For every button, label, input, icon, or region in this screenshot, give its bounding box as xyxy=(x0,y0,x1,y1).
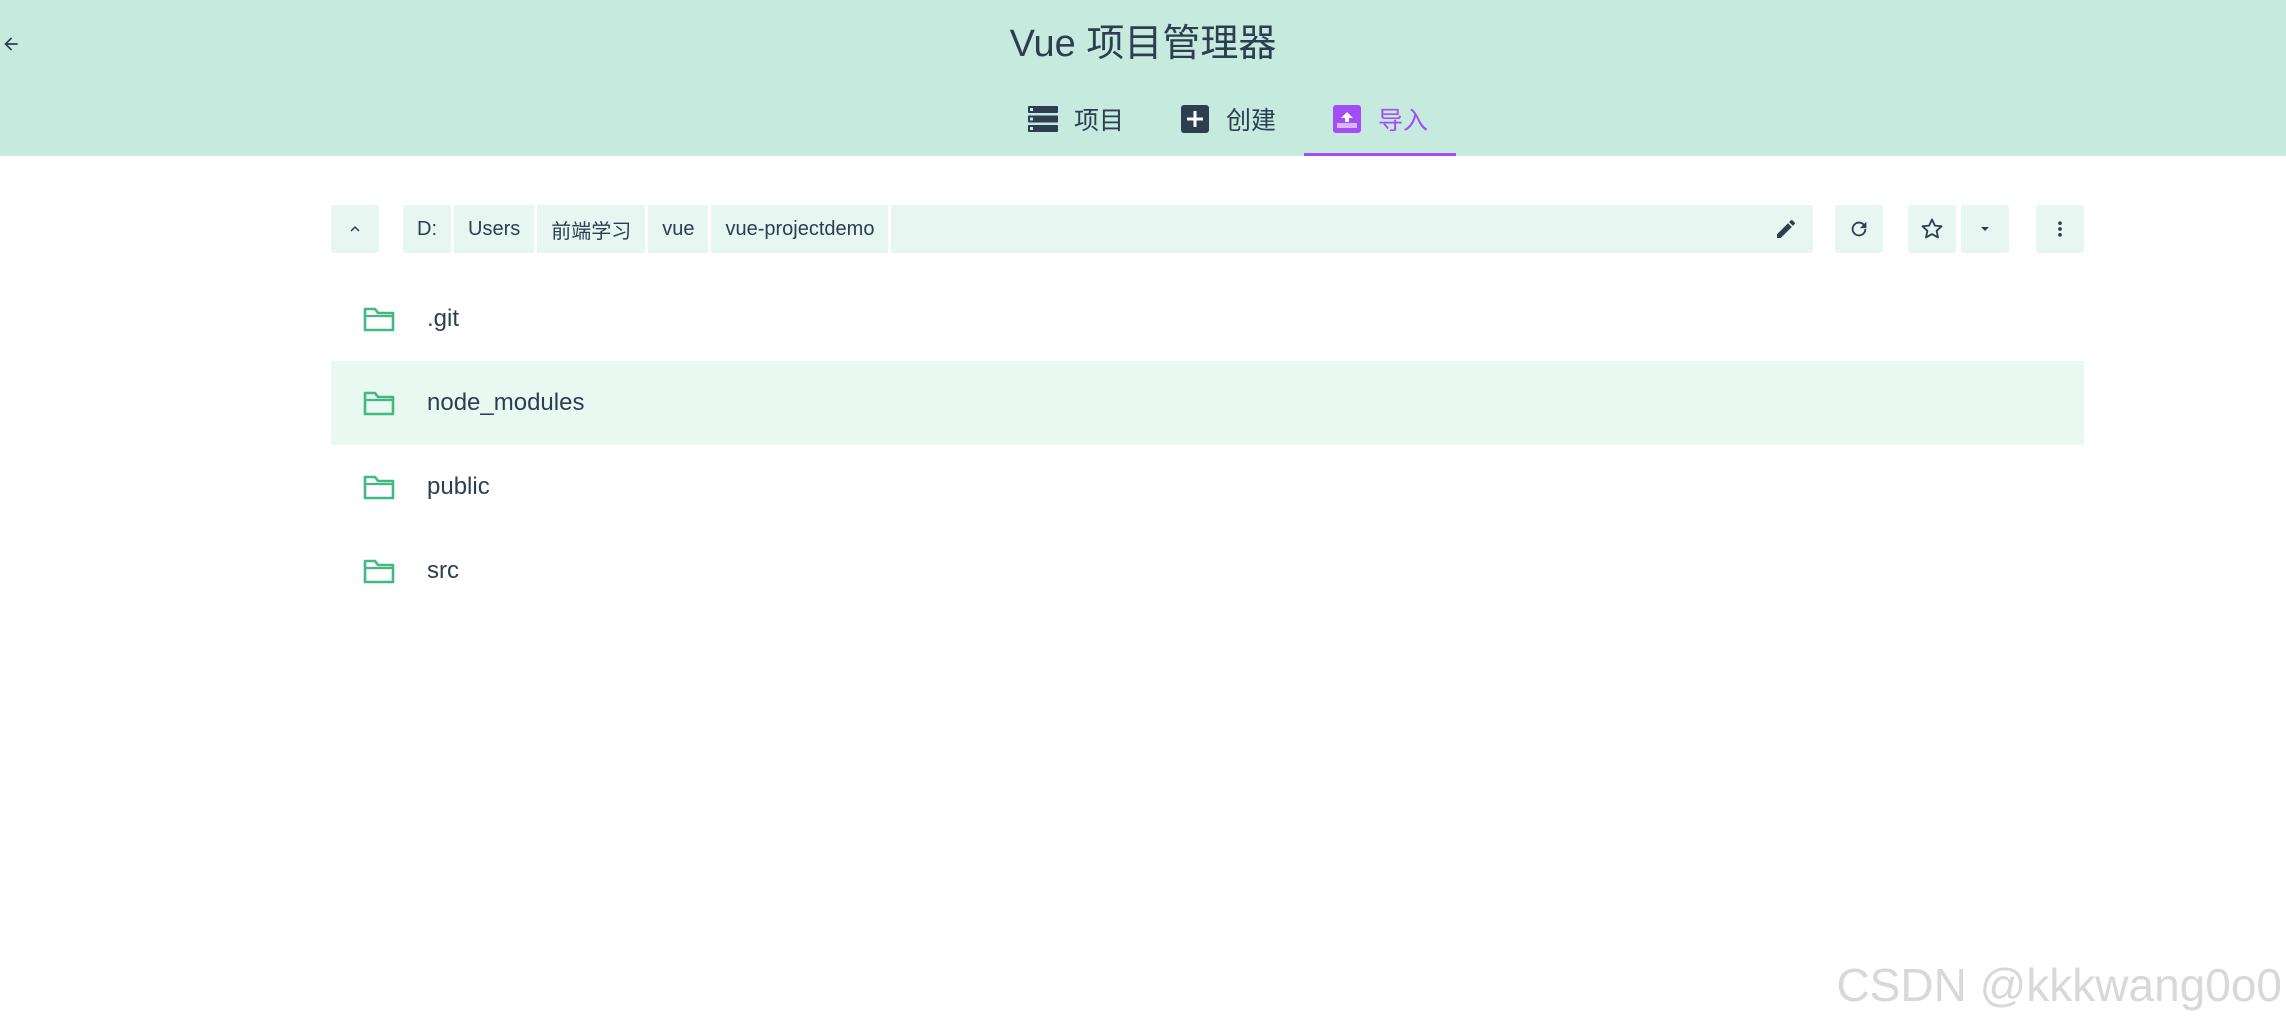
folder-outline-icon xyxy=(363,473,395,501)
pencil-icon xyxy=(1777,219,1796,238)
watermark: CSDN @kkkwang0o0 xyxy=(1836,959,2282,1011)
breadcrumb-item-vue[interactable]: vue xyxy=(648,205,712,253)
folder-name: public xyxy=(427,473,490,500)
breadcrumb: D: Users 前端学习 vue vue-projectdemo xyxy=(403,205,1813,253)
parent-folder-button[interactable] xyxy=(331,205,379,253)
more-vert-icon xyxy=(2058,221,2062,237)
folder-item-git[interactable]: .git xyxy=(331,277,2084,361)
folder-name: node_modules xyxy=(427,389,585,416)
tab-create-label: 创建 xyxy=(1226,107,1277,135)
folder-outline-icon xyxy=(363,389,395,417)
unarchive-icon xyxy=(1332,104,1362,134)
favorites-dropdown-button[interactable] xyxy=(1961,205,2009,253)
tab-projects-label: 项目 xyxy=(1074,107,1125,135)
chevron-up-icon xyxy=(350,226,360,232)
folder-list: .git node_modules public src xyxy=(331,277,2084,613)
folder-name: .git xyxy=(427,305,460,332)
tab-import-label: 导入 xyxy=(1378,107,1429,135)
tab-import[interactable]: 导入 xyxy=(1304,94,1457,156)
breadcrumb-item-users[interactable]: Users xyxy=(454,205,538,253)
refresh-button[interactable] xyxy=(1835,205,1883,253)
tab-projects[interactable]: 项目 xyxy=(1000,94,1152,156)
star-outline-icon xyxy=(1921,218,1943,239)
folder-name: src xyxy=(427,557,459,584)
page-title: Vue 项目管理器 xyxy=(1009,23,1277,65)
refresh-icon xyxy=(1851,221,1867,237)
caret-down-icon xyxy=(1981,227,1989,231)
app-header: Vue 项目管理器 项目 创建 导入 xyxy=(0,0,2286,156)
tab-create[interactable]: 创建 xyxy=(1152,94,1304,156)
back-button[interactable] xyxy=(0,22,22,66)
main-tabs: 项目 创建 导入 xyxy=(1000,94,1457,156)
more-options-button[interactable] xyxy=(2036,205,2084,253)
breadcrumb-item-drive[interactable]: D: xyxy=(403,205,454,253)
breadcrumb-item-current[interactable]: vue-projectdemo xyxy=(711,205,892,253)
arrow-left-icon xyxy=(4,37,18,51)
add-box-icon xyxy=(1180,104,1210,134)
folder-item-node-modules[interactable]: node_modules xyxy=(331,361,2084,445)
folder-item-src[interactable]: src xyxy=(331,529,2084,613)
add-favorite-button[interactable] xyxy=(1908,205,1956,253)
folder-outline-icon xyxy=(363,305,395,333)
list-icon xyxy=(1028,104,1058,134)
folder-item-public[interactable]: public xyxy=(331,445,2084,529)
edit-path-button[interactable] xyxy=(1759,205,1813,253)
folder-toolbar: D: Users 前端学习 vue vue-projectdemo xyxy=(331,205,2084,253)
breadcrumb-item-study[interactable]: 前端学习 xyxy=(537,205,649,253)
folder-outline-icon xyxy=(363,557,395,585)
